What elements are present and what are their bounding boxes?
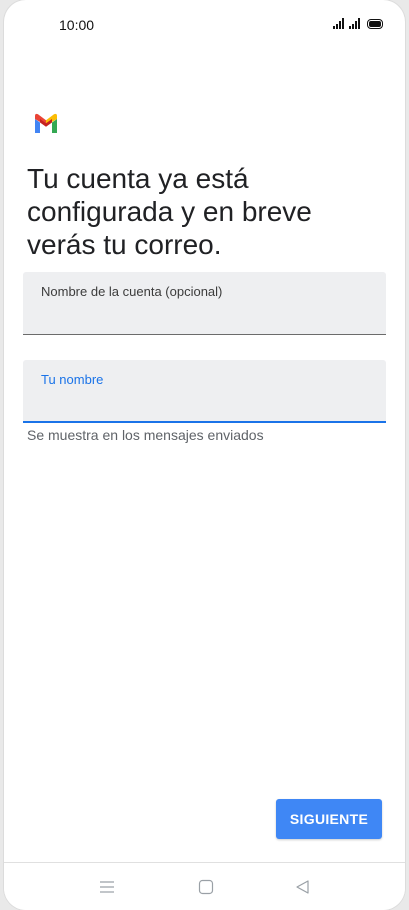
account-name-input[interactable] (41, 304, 371, 328)
page-title: Tu cuenta ya está configurada y en breve… (27, 163, 312, 260)
status-time: 10:00 (59, 17, 95, 33)
signal-icon (349, 18, 360, 29)
gmail-logo (35, 113, 57, 133)
your-name-input[interactable] (41, 392, 371, 416)
your-name-helper-text: Se muestra en los mensajes enviados (27, 427, 264, 443)
your-name-label: Tu nombre (41, 372, 104, 387)
back-icon[interactable] (290, 875, 314, 899)
status-icons (333, 18, 383, 29)
status-bar: 10:00 (4, 0, 405, 50)
menu-icon[interactable] (95, 875, 119, 899)
signal-icon (333, 18, 344, 29)
next-button[interactable]: SIGUIENTE (276, 799, 382, 839)
navigation-bar (4, 862, 405, 910)
home-icon[interactable] (194, 875, 218, 899)
your-name-field[interactable]: Tu nombre (23, 360, 386, 423)
battery-icon (367, 19, 383, 29)
phone-screen: 10:00 Tu cuenta ya está configurada y en… (4, 0, 405, 910)
account-name-field[interactable]: Nombre de la cuenta (opcional) (23, 272, 386, 335)
account-name-label: Nombre de la cuenta (opcional) (41, 284, 223, 299)
